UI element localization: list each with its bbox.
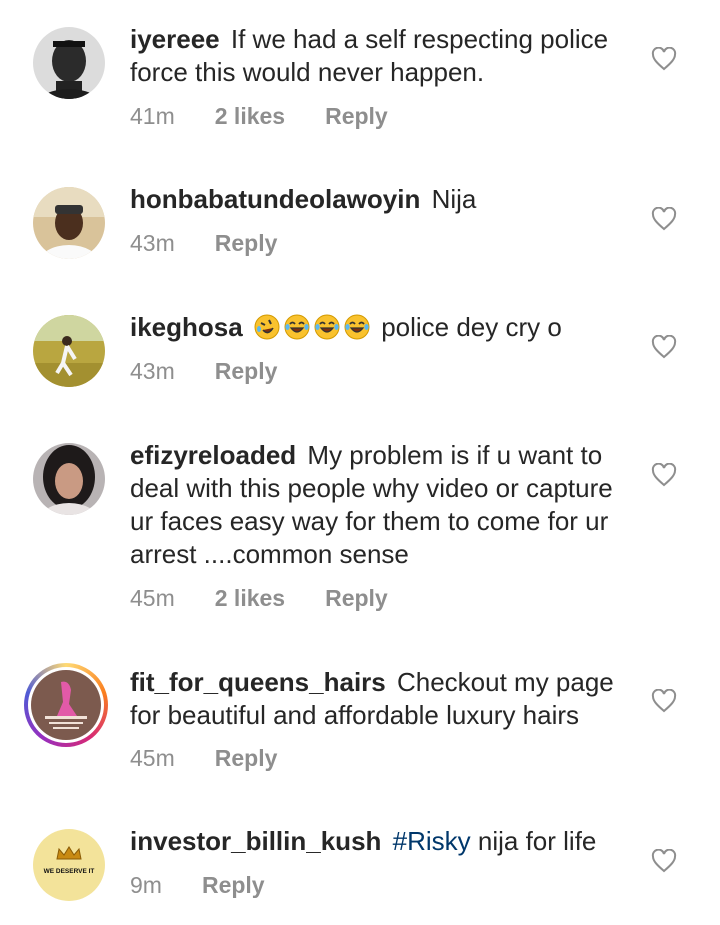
comment-meta: 45m 2 likes Reply (130, 585, 388, 612)
comment-time: 45m (130, 745, 175, 771)
heart-outline-icon[interactable] (651, 47, 677, 71)
rolling-on-floor-laughing-icon (254, 314, 280, 340)
face-with-tears-of-joy-icon (314, 314, 340, 340)
comment-time: 45m (130, 585, 175, 611)
comment-text: investor_billin_kush #Risky nija for lif… (130, 825, 630, 858)
heart-outline-icon[interactable] (651, 463, 677, 487)
reply-button[interactable]: Reply (215, 745, 278, 772)
comment-likes[interactable]: 2 likes (215, 585, 285, 612)
avatar[interactable]: WE DESERVE IT (33, 829, 105, 901)
comment-meta: 43m Reply (130, 230, 277, 257)
reply-button[interactable]: Reply (325, 103, 388, 130)
comment-text: fit_for_queens_hairs Checkout my page fo… (130, 666, 630, 732)
comment-username[interactable]: fit_for_queens_hairs (130, 667, 386, 697)
comment-meta: 41m 2 likes Reply (130, 103, 388, 130)
comment-body: nija for life (477, 826, 597, 856)
reply-button[interactable]: Reply (215, 230, 278, 257)
comment-time: 43m (130, 230, 175, 256)
comment-username[interactable]: honbabatundeolawoyin (130, 184, 420, 214)
comment-username[interactable]: iyereee (130, 24, 220, 54)
comment-username[interactable]: investor_billin_kush (130, 826, 381, 856)
avatar[interactable] (33, 187, 105, 259)
avatar[interactable] (33, 315, 105, 387)
comment-text: ikeghosa police dey cry o (130, 311, 630, 344)
reply-button[interactable]: Reply (215, 358, 278, 385)
heart-outline-icon[interactable] (651, 689, 677, 713)
comment-text: honbabatundeolawoyin Nija (130, 183, 630, 216)
comment-meta: 43m Reply (130, 358, 277, 385)
heart-outline-icon[interactable] (651, 849, 677, 873)
heart-outline-icon[interactable] (651, 335, 677, 359)
avatar[interactable] (33, 27, 105, 99)
comment-body: police dey cry o (381, 312, 562, 342)
avatar[interactable] (33, 443, 105, 515)
comment-text: iyereee If we had a self respecting poli… (130, 23, 630, 89)
comment-likes[interactable]: 2 likes (215, 103, 285, 130)
comment-time: 41m (130, 103, 175, 129)
comment-time: 43m (130, 358, 175, 384)
comment-body: Nija (431, 184, 477, 214)
comment-username[interactable]: efizyreloaded (130, 440, 296, 470)
avatar[interactable] (31, 670, 101, 740)
face-with-tears-of-joy-icon (344, 314, 370, 340)
comment-time: 9m (130, 872, 162, 898)
avatar-logo-text: WE DESERVE IT (44, 868, 95, 875)
hashtag-link[interactable]: #Risky (393, 826, 471, 856)
story-ring[interactable] (24, 663, 108, 747)
reply-button[interactable]: Reply (325, 585, 388, 612)
comment-username[interactable]: ikeghosa (130, 312, 243, 342)
comment-meta: 45m Reply (130, 745, 277, 772)
heart-outline-icon[interactable] (651, 207, 677, 231)
comment-text: efizyreloaded My problem is if u want to… (130, 439, 630, 571)
comment-meta: 9m Reply (130, 872, 265, 899)
face-with-tears-of-joy-icon (284, 314, 310, 340)
reply-button[interactable]: Reply (202, 872, 265, 899)
